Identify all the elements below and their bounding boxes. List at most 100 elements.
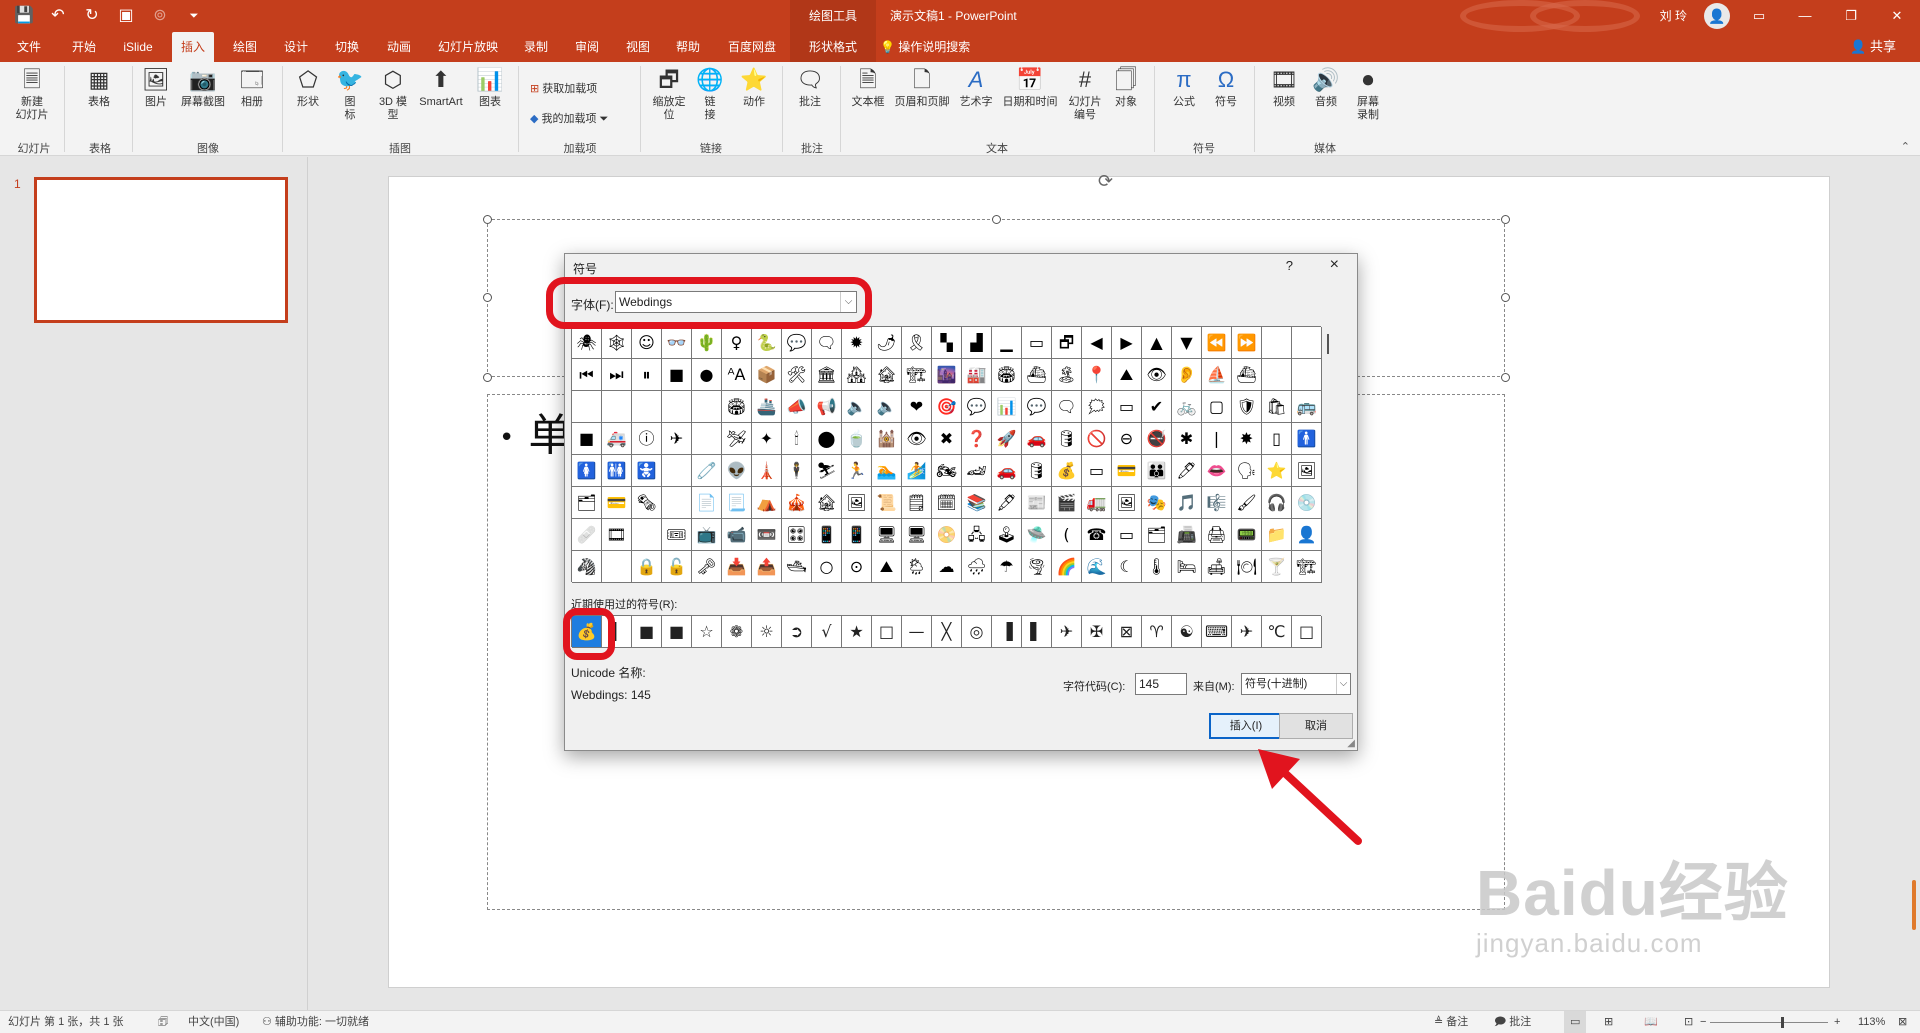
resize-handle[interactable] <box>483 215 492 224</box>
tab-insert[interactable]: 插入 <box>172 32 214 62</box>
cancel-button[interactable]: 取消 <box>1279 713 1353 739</box>
zoom-button[interactable]: 🗗 缩放定 位 <box>648 66 690 122</box>
symbol-cell[interactable]: 👁 <box>1142 359 1172 391</box>
symbol-cell[interactable] <box>572 391 602 423</box>
symbol-cell[interactable]: 🍸 <box>1262 551 1292 583</box>
symbol-cell[interactable] <box>692 423 722 455</box>
symbol-cell[interactable]: 🚗 <box>992 455 1022 487</box>
recent-symbol[interactable]: ■ <box>662 616 692 648</box>
recent-symbol[interactable]: ✈ <box>1052 616 1082 648</box>
symbol-cell[interactable]: ⏭ <box>602 359 632 391</box>
symbol-cell[interactable]: 🚭 <box>1142 423 1172 455</box>
symbol-cell[interactable]: ⏪ <box>1202 327 1232 359</box>
symbol-cell[interactable]: 🏊 <box>872 455 902 487</box>
symbol-cell[interactable]: 💬 <box>1022 391 1052 423</box>
symbol-cell[interactable] <box>1262 359 1292 391</box>
symbol-cell[interactable]: ⏮ <box>572 359 602 391</box>
symbol-cell[interactable]: ▟ <box>962 327 992 359</box>
symbol-cell[interactable]: ✖ <box>932 423 962 455</box>
reading-view-icon[interactable]: 📖 <box>1644 1011 1658 1033</box>
symbol-cell[interactable] <box>632 391 662 423</box>
ribbon-display-icon[interactable]: ▭ <box>1736 0 1782 32</box>
symbol-cell[interactable]: 🌡 <box>1142 551 1172 583</box>
start-from-beginning-icon[interactable]: ▣ <box>116 6 136 26</box>
touch-mode-icon[interactable]: ⊚ <box>150 6 170 26</box>
tab-help[interactable]: 帮助 <box>670 32 706 62</box>
symbol-cell[interactable]: ♀ <box>722 327 752 359</box>
symbol-cell[interactable]: 🎭 <box>1142 487 1172 519</box>
symbol-cell[interactable]: 🏛 <box>812 359 842 391</box>
resize-handle[interactable] <box>483 293 492 302</box>
tab-shape-format[interactable]: 形状格式 <box>790 32 876 62</box>
smartart-button[interactable]: ⬆ SmartArt <box>414 66 468 109</box>
chart-button[interactable]: 📊 图表 <box>472 66 508 109</box>
save-icon[interactable]: 💾 <box>14 6 34 26</box>
symbol-cell[interactable]: 🗨 <box>1052 391 1082 423</box>
symbol-cell[interactable]: 📟 <box>1232 519 1262 551</box>
tab-review[interactable]: 审阅 <box>568 32 606 62</box>
symbol-cell[interactable]: 🦓 <box>572 551 602 583</box>
screen-recording-button[interactable]: ⏺ 屏幕 录制 <box>1348 66 1388 122</box>
tab-slideshow[interactable]: 幻灯片放映 <box>432 32 504 62</box>
recent-symbol[interactable]: ➲ <box>782 616 812 648</box>
tab-islide[interactable]: iSlide <box>116 32 160 62</box>
symbol-cell[interactable]: 📼 <box>752 519 782 551</box>
zoom-level[interactable]: 113% <box>1858 1011 1885 1033</box>
symbol-cell[interactable]: 🛢 <box>1052 423 1082 455</box>
notes-button[interactable]: ≜ 备注 <box>1434 1011 1468 1033</box>
close-icon[interactable]: × <box>1330 256 1339 274</box>
symbol-cell[interactable]: ☾ <box>1112 551 1142 583</box>
icons-button[interactable]: 🐦 图 标 <box>334 66 366 122</box>
recent-symbol[interactable]: ☼ <box>752 616 782 648</box>
recent-symbol[interactable]: ▌ <box>1022 616 1052 648</box>
slide-thumbnail[interactable] <box>34 177 288 323</box>
tab-draw[interactable]: 绘图 <box>226 32 264 62</box>
accessibility-status[interactable]: ⚇ 辅助功能: 一切就绪 <box>262 1011 369 1033</box>
symbol-cell[interactable]: 🚻 <box>602 455 632 487</box>
symbol-cell[interactable]: 🔈 <box>842 391 872 423</box>
symbol-cell[interactable]: ⊙ <box>842 551 872 583</box>
symbol-cell[interactable]: ❘ <box>1202 423 1232 455</box>
symbol-cell[interactable]: ✈ <box>662 423 692 455</box>
get-addins-button[interactable]: ⊞ 获取加载项 <box>530 80 597 96</box>
symbol-cell[interactable]: 📚 <box>962 487 992 519</box>
symbol-cell[interactable]: 🏚 <box>812 487 842 519</box>
symbol-cell[interactable]: 🖊 <box>1172 455 1202 487</box>
symbol-cell[interactable]: 🚹 <box>1292 423 1322 455</box>
symbol-cell[interactable]: ⛴ <box>1022 359 1052 391</box>
symbol-cell[interactable]: 🏃 <box>842 455 872 487</box>
photo-album-button[interactable]: 🗔 相册 <box>232 66 272 109</box>
symbol-cell[interactable]: ⓘ <box>632 423 662 455</box>
symbol-cell[interactable]: ▭ <box>1082 455 1112 487</box>
symbol-cell[interactable]: 👁 <box>902 423 932 455</box>
symbol-cell[interactable]: 🎼 <box>1202 487 1232 519</box>
symbol-cell[interactable]: 💰 <box>1052 455 1082 487</box>
symbol-cell[interactable]: 🖥 <box>902 519 932 551</box>
symbol-cell[interactable]: 🌵 <box>692 327 722 359</box>
symbol-cell[interactable]: 🗞 <box>632 487 662 519</box>
symbol-cell[interactable]: 🚌 <box>1292 391 1322 423</box>
symbol-cell[interactable]: ▶ <box>1112 327 1142 359</box>
symbol-cell[interactable]: 🕷 <box>572 327 602 359</box>
symbol-cell[interactable]: 📹 <box>722 519 752 551</box>
symbol-button[interactable]: Ω 符号 <box>1208 66 1244 109</box>
symbol-cell[interactable]: 🏭 <box>962 359 992 391</box>
symbol-cell[interactable]: 🏟 <box>992 359 1022 391</box>
tab-home[interactable]: 开始 <box>64 32 104 62</box>
symbol-cell[interactable]: 📣 <box>782 391 812 423</box>
symbol-cell[interactable]: 🏚 <box>872 359 902 391</box>
symbol-cell[interactable]: 👂 <box>1172 359 1202 391</box>
symbol-cell[interactable]: ⏩ <box>1232 327 1262 359</box>
symbol-cell[interactable]: 🗂 <box>1142 519 1172 551</box>
symbol-cell[interactable]: ☁ <box>932 551 962 583</box>
recent-symbol[interactable]: ⌨ <box>1202 616 1232 648</box>
table-button[interactable]: ▦ 表格 <box>76 66 122 109</box>
symbol-cell[interactable]: ❤ <box>902 391 932 423</box>
comment-button[interactable]: 🗨 批注 <box>792 66 828 109</box>
recent-symbol[interactable]: ☯ <box>1172 616 1202 648</box>
symbol-cell[interactable]: 💿 <box>1292 487 1322 519</box>
equation-button[interactable]: π 公式 <box>1164 66 1204 109</box>
help-icon[interactable]: ? <box>1286 258 1293 273</box>
symbol-cell[interactable]: 📍 <box>1082 359 1112 391</box>
symbol-cell[interactable]: 📱 <box>812 519 842 551</box>
